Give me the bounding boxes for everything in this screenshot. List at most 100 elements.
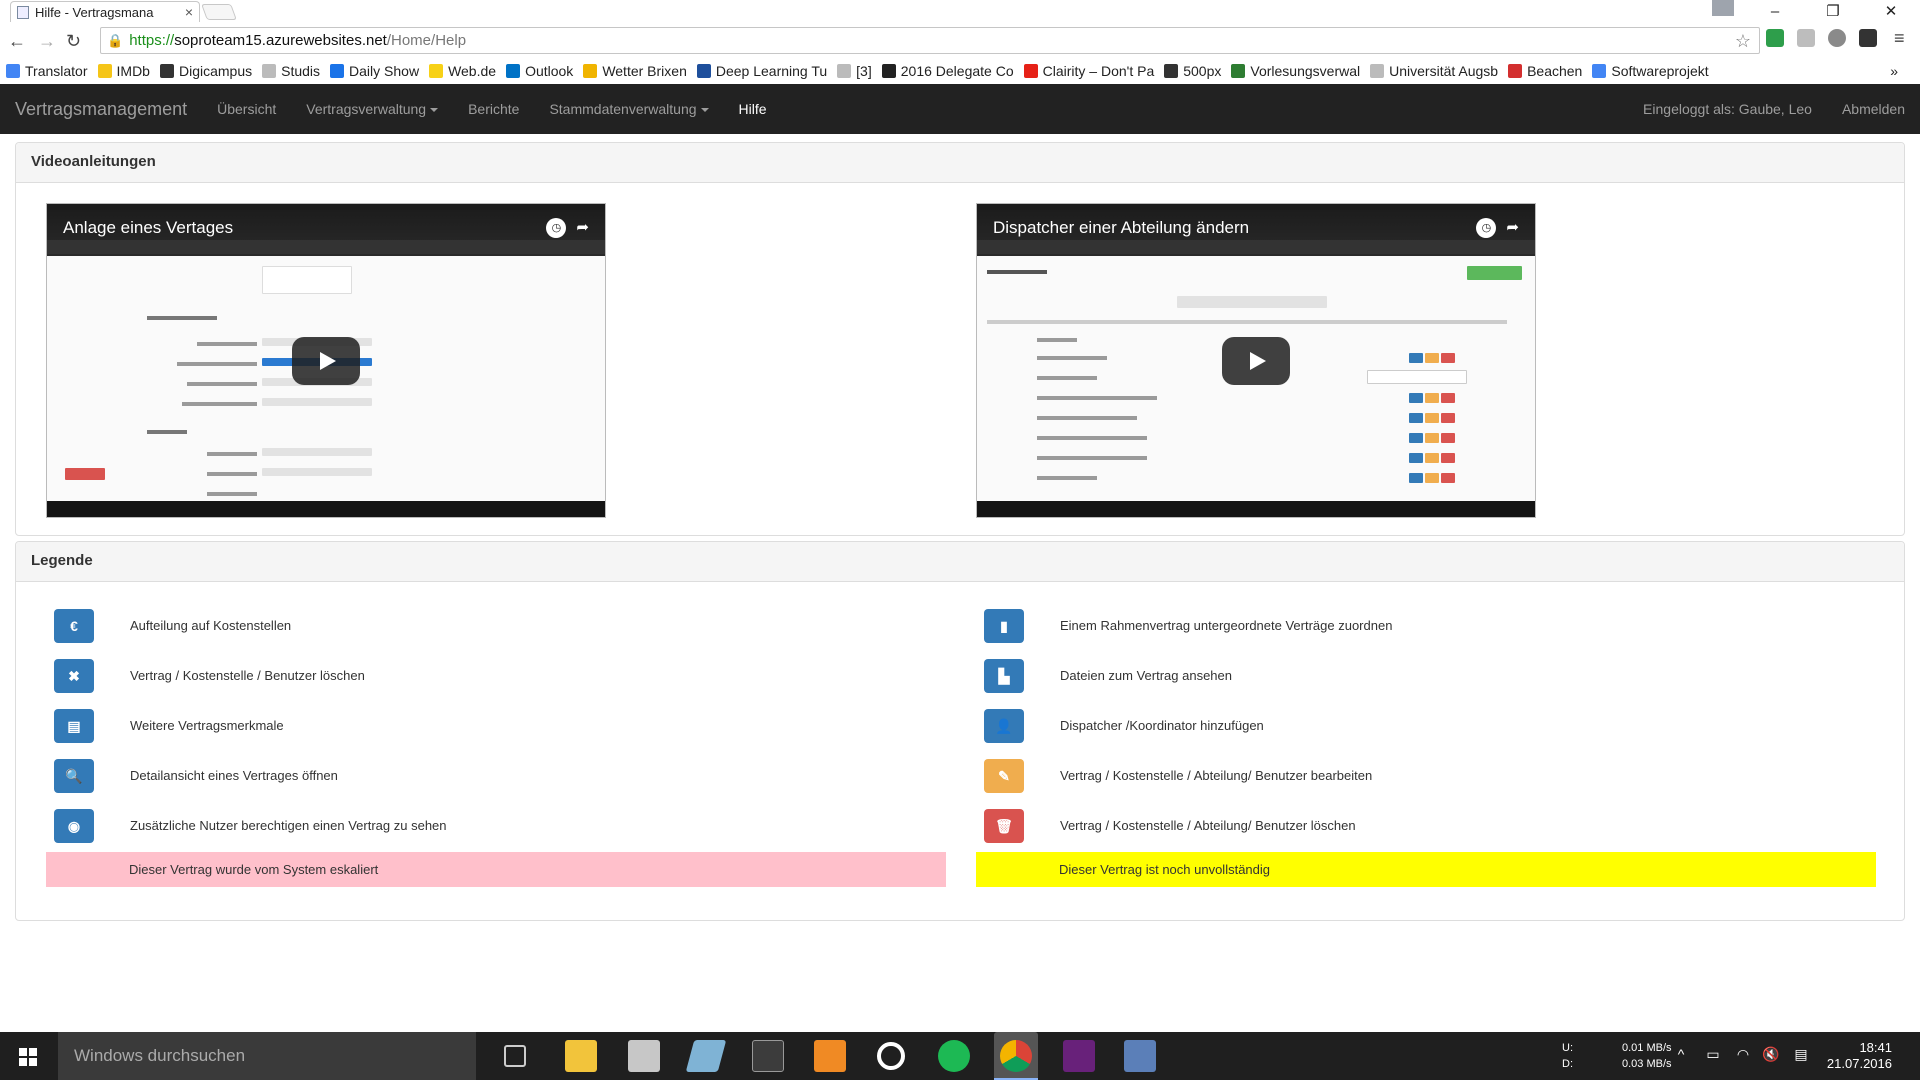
taskbar-clock[interactable]: 18:41 21.07.2016 <box>1827 1040 1892 1072</box>
chrome-menu-icon[interactable]: ≡ <box>1894 28 1905 49</box>
volume-muted-icon[interactable]: 🔇 <box>1762 1046 1780 1064</box>
bookmark-item[interactable]: Digicampus <box>159 63 252 79</box>
bookmark-item[interactable]: Beachen <box>1508 63 1582 79</box>
bookmark-item[interactable]: Outlook <box>506 63 573 79</box>
video-2-title[interactable]: Dispatcher einer Abteilung ändern <box>993 218 1249 238</box>
visual-studio-icon[interactable] <box>1063 1040 1095 1072</box>
extension-dark-icon[interactable] <box>1859 29 1877 47</box>
legend-label: Vertrag / Kostenstelle / Abteilung/ Benu… <box>1060 768 1373 783</box>
notes-app-icon[interactable] <box>685 1040 727 1072</box>
bookmark-item[interactable]: Softwareprojekt <box>1592 63 1709 79</box>
logout-link[interactable]: Abmelden <box>1827 101 1920 117</box>
browser-toolbar: ← → ↻ 🔒 https:// soproteam15.azurewebsit… <box>0 22 1920 59</box>
close-tab-icon[interactable]: × <box>185 4 193 20</box>
euro-glyph: € <box>70 618 78 634</box>
chevron-up-icon[interactable]: ^ <box>1672 1046 1690 1064</box>
close-window-icon[interactable]: ✕ <box>1862 2 1920 20</box>
chrome-icon <box>1000 1040 1032 1072</box>
share-icon[interactable]: ➦ <box>576 218 589 238</box>
net-up-label: U: <box>1562 1042 1573 1054</box>
chrome-taskbar-button[interactable] <box>994 1032 1038 1080</box>
bookmark-item[interactable]: Vorlesungsverwal <box>1231 63 1360 79</box>
nav-item-5[interactable]: Hilfe <box>724 101 782 117</box>
bookmark-item[interactable]: Daily Show <box>330 63 419 79</box>
bookmark-item[interactable]: Universität Augsb <box>1370 63 1498 79</box>
remove-icon: ✖ <box>54 659 94 693</box>
share-icon[interactable]: ➦ <box>1506 218 1519 238</box>
legend-item: ✎ Vertrag / Kostenstelle / Abteilung/ Ben… <box>984 759 1864 793</box>
console-icon[interactable] <box>752 1040 784 1072</box>
legend-item: 🔍 Detailansicht eines Vertrages öffnen <box>54 759 934 793</box>
watch-later-icon[interactable]: ◷ <box>1476 218 1497 238</box>
watch-later-icon[interactable]: ◷ <box>546 218 567 238</box>
app-navbar: Vertragsmanagement Übersicht Vertragsverw… <box>0 84 1920 134</box>
legend-item: ▙ Dateien zum Vertrag ansehen <box>984 659 1864 693</box>
play-button-icon[interactable] <box>292 337 360 385</box>
nav-item-3[interactable]: Berichte <box>453 101 534 117</box>
bookmark-item[interactable]: Studis <box>262 63 320 79</box>
bookmarks-overflow-icon[interactable]: » <box>1890 63 1898 79</box>
legend-item: 👤 Dispatcher /Koordinator hinzufügen <box>984 709 1864 743</box>
search-glyph: 🔍 <box>65 767 83 784</box>
reload-icon[interactable]: ↻ <box>66 31 81 52</box>
video-player-1[interactable]: Anlage eines Vertages ◷ ➦ <box>46 203 606 518</box>
legend-label: Zusätzliche Nutzer berechtigen einen Ver… <box>130 818 447 833</box>
minimize-icon[interactable]: – <box>1746 3 1804 20</box>
wifi-icon[interactable]: ◠ <box>1734 1046 1752 1064</box>
task-view-icon[interactable] <box>504 1045 526 1067</box>
sublime-text-icon[interactable] <box>814 1040 846 1072</box>
app-window-icon[interactable] <box>1124 1040 1156 1072</box>
extension-gray-icon[interactable] <box>1797 29 1815 47</box>
bookmark-favicon-icon <box>1508 64 1523 78</box>
windows-start-icon[interactable] <box>19 1048 37 1066</box>
extension-globe-icon[interactable] <box>1828 29 1846 47</box>
legend-label: Dispatcher /Koordinator hinzufügen <box>1060 718 1264 733</box>
book-icon: ▮ <box>984 609 1024 643</box>
bookmark-item[interactable]: 2016 Delegate Co <box>881 63 1014 79</box>
bookmark-item[interactable]: Clairity – Don't Pa <box>1023 63 1154 79</box>
nav-item-2[interactable]: Vertragsverwaltung <box>291 101 453 117</box>
address-bar[interactable]: 🔒 https:// soproteam15.azurewebsites.net… <box>100 27 1760 54</box>
opera-icon[interactable] <box>877 1042 905 1070</box>
legend-label: Einem Rahmenvertrag untergeordnete Vertr… <box>1060 618 1393 633</box>
bookmark-star-icon[interactable]: ☆ <box>1735 31 1751 52</box>
bookmark-item[interactable]: Deep Learning Tu <box>696 63 827 79</box>
nav-item-1[interactable]: Übersicht <box>202 101 291 117</box>
bookmark-label: Studis <box>281 63 321 79</box>
profile-icon[interactable] <box>1712 0 1734 16</box>
pencil-icon: ✎ <box>984 759 1024 793</box>
legend-label: Weitere Vertragsmerkmale <box>130 718 284 733</box>
forward-arrow-icon[interactable]: → <box>38 31 56 52</box>
bookmark-item[interactable]: [3] <box>837 63 872 79</box>
brand-link[interactable]: Vertragsmanagement <box>0 99 202 120</box>
video-panel: Videoanleitungen Anlage eines Vertages ◷ <box>15 142 1905 536</box>
restore-icon[interactable]: ❐ <box>1804 2 1862 20</box>
browser-tabstrip: Hilfe - Vertragsmana × – ❐ ✕ <box>0 0 1920 22</box>
bookmark-item[interactable]: Translator <box>6 63 88 79</box>
taskbar-search-input[interactable]: Windows durchsuchen <box>58 1032 476 1080</box>
new-tab-button[interactable] <box>201 4 237 20</box>
bookmark-favicon-icon <box>1164 64 1179 78</box>
bookmark-item[interactable]: Web.de <box>429 63 496 79</box>
spotify-icon[interactable] <box>938 1040 970 1072</box>
bookmark-label: Web.de <box>448 63 497 79</box>
euro-icon: € <box>54 609 94 643</box>
calculator-icon[interactable] <box>628 1040 660 1072</box>
notifications-icon[interactable]: ▤ <box>1792 1046 1810 1064</box>
eye-glyph: ◉ <box>67 817 81 834</box>
extension-shield-icon[interactable] <box>1766 29 1784 47</box>
caret-down-icon <box>430 108 439 113</box>
video-player-2[interactable]: Dispatcher einer Abteilung ändern ◷ ➦ <box>976 203 1536 518</box>
bookmark-favicon-icon <box>583 64 598 78</box>
bookmark-item[interactable]: Wetter Brixen <box>583 63 687 79</box>
file-explorer-icon[interactable] <box>565 1040 597 1072</box>
play-button-icon[interactable] <box>1222 337 1290 385</box>
browser-tab-active[interactable]: Hilfe - Vertragsmana × <box>10 1 200 22</box>
nav-item-4[interactable]: Stammdatenverwaltung <box>534 101 723 117</box>
legend-item: 🗑 Vertrag / Kostenstelle / Abteilung/ Ben… <box>984 809 1864 843</box>
video-1-title[interactable]: Anlage eines Vertages <box>63 218 233 238</box>
bookmark-item[interactable]: IMDb <box>97 63 150 79</box>
battery-icon[interactable]: ▭ <box>1704 1046 1722 1064</box>
back-arrow-icon[interactable]: ← <box>8 31 26 52</box>
bookmark-item[interactable]: 500px <box>1164 63 1221 79</box>
